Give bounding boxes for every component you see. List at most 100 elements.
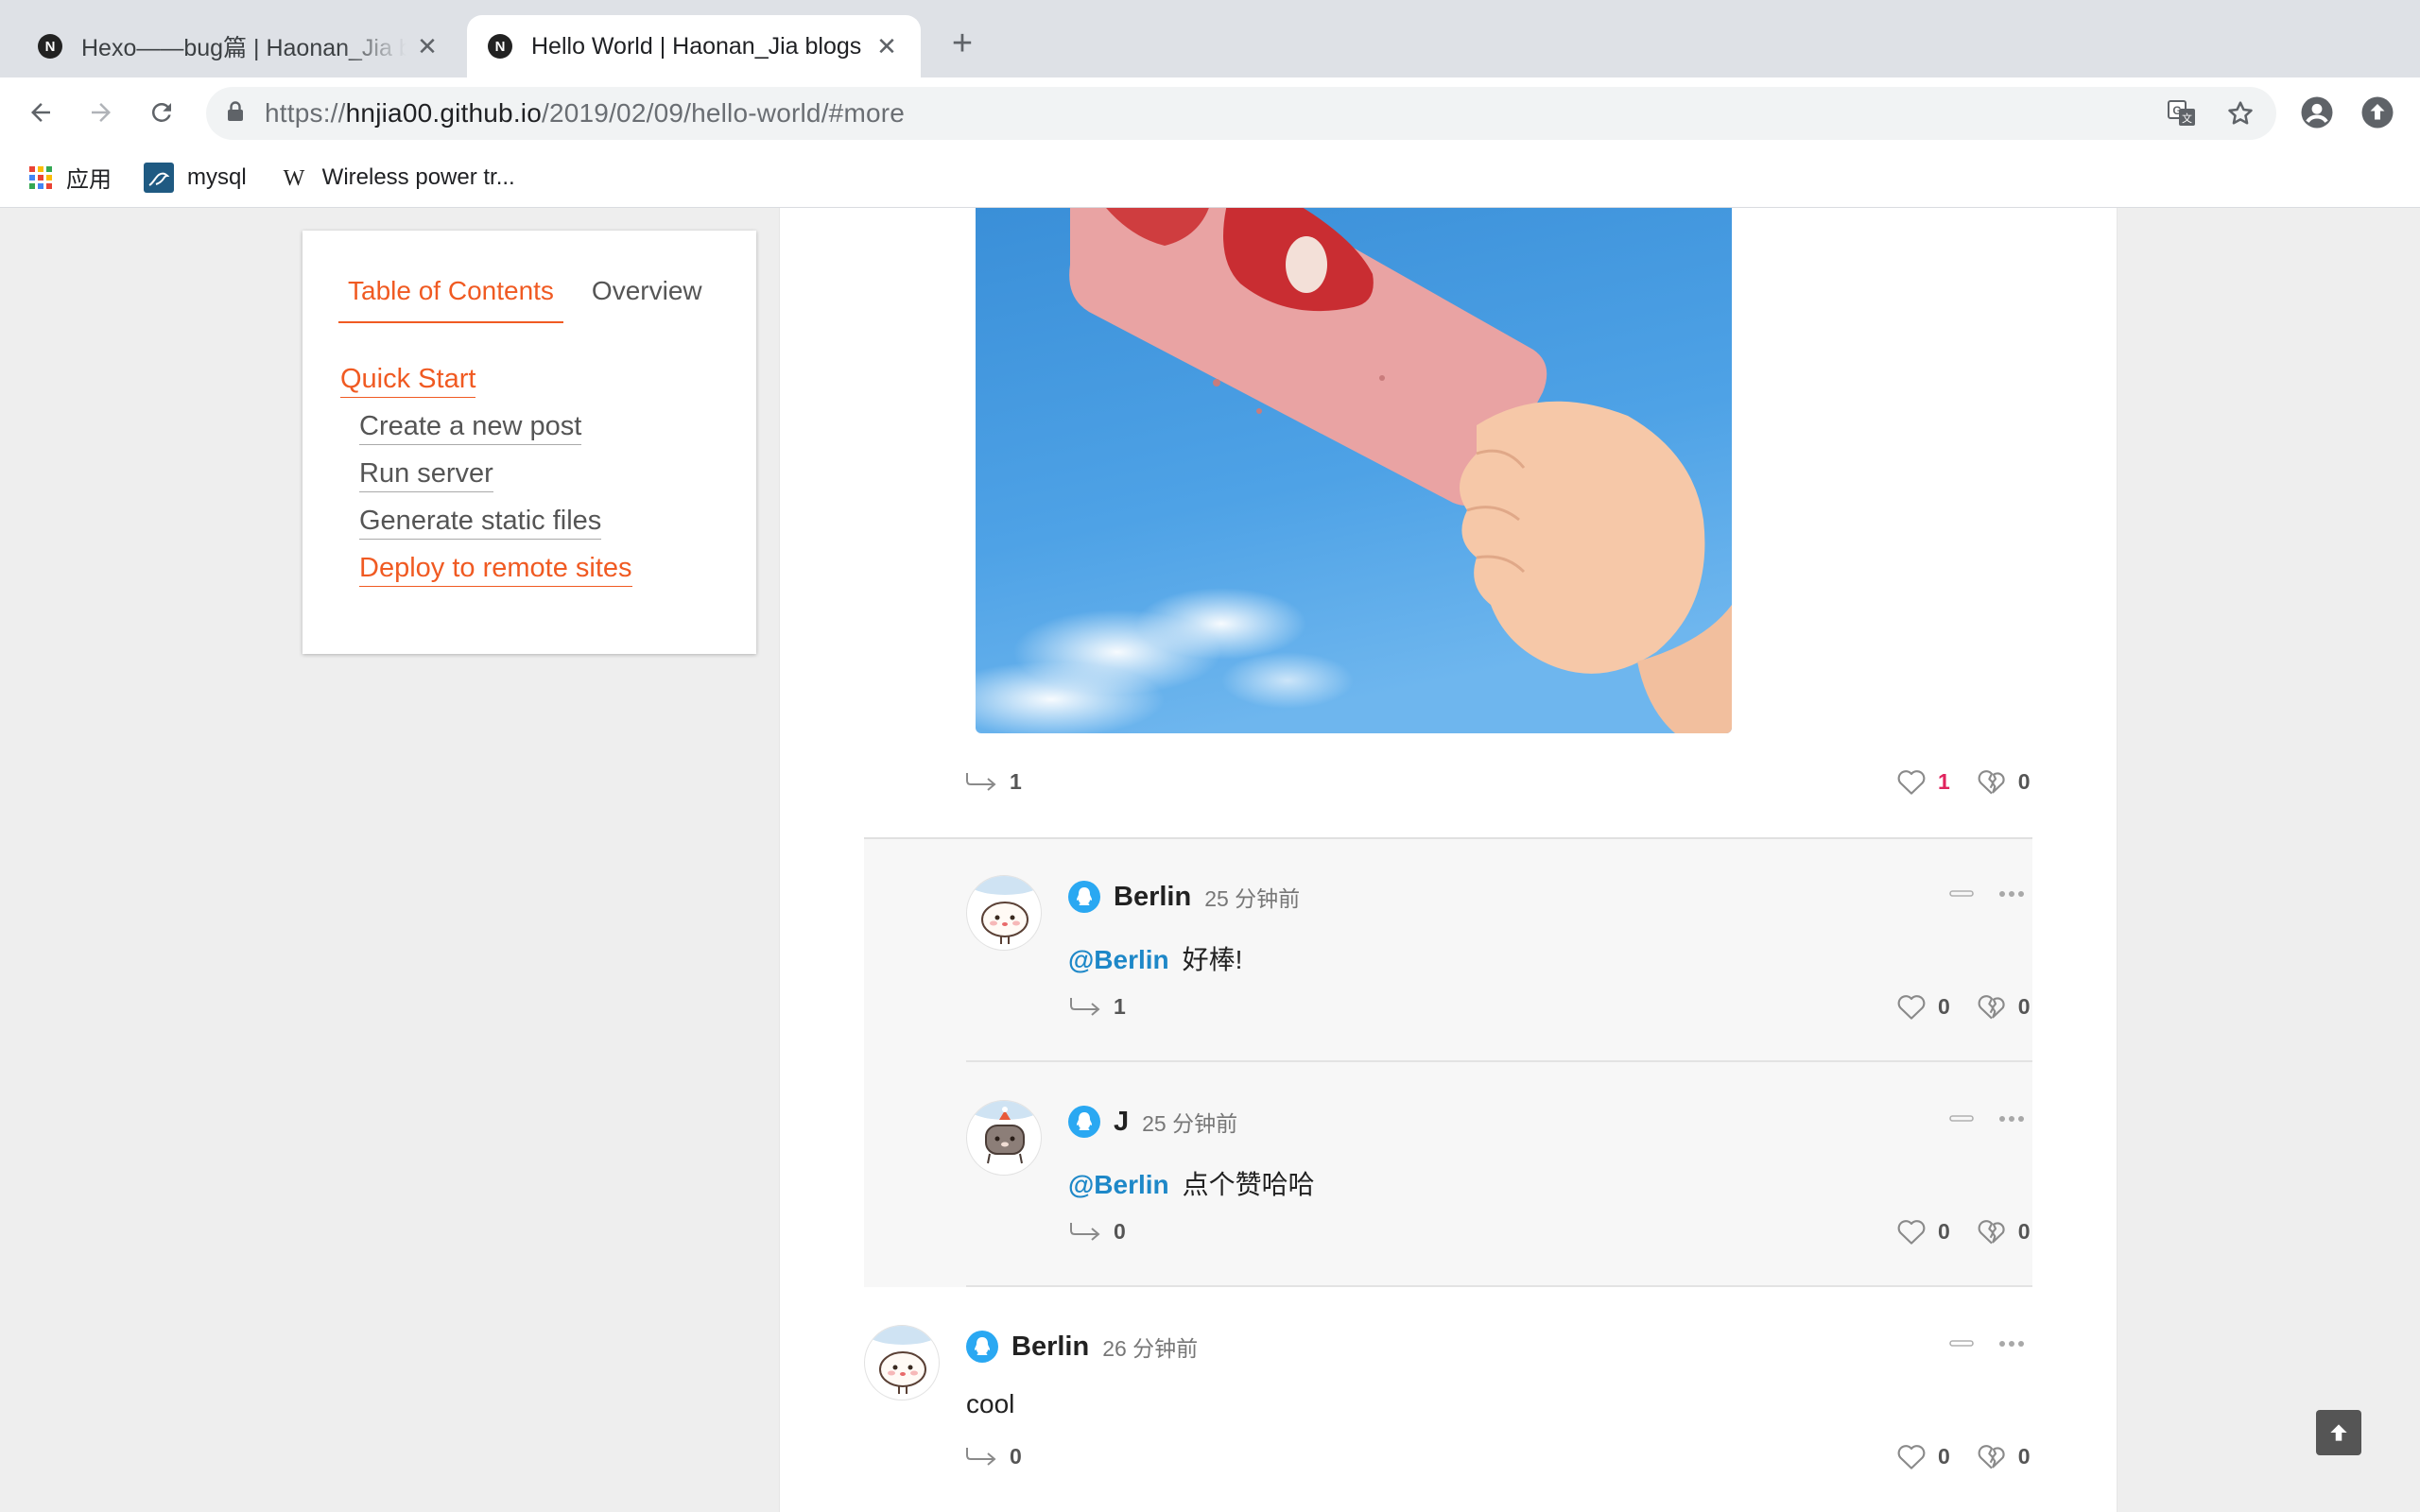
translate-icon[interactable]: G文 [2163, 94, 2201, 132]
close-tab-icon[interactable]: ✕ [873, 32, 900, 61]
comment-body: @Berlin 好棒! [1068, 939, 1242, 977]
sidebar-toc: Table of Contents Overview Quick Start C… [302, 231, 756, 654]
parent-like-dislike: 1 0 [1896, 767, 2031, 796]
back-button[interactable] [19, 91, 62, 134]
toc-item-create-post[interactable]: Create a new post [359, 408, 582, 445]
reply-action[interactable]: 0 [1068, 1219, 1126, 1245]
avatar[interactable] [966, 1100, 1042, 1176]
avatar[interactable] [864, 1325, 940, 1400]
comment-time: 25 分钟前 [1204, 886, 1301, 911]
address-bar[interactable]: https://hnjia00.github.io/2019/02/09/hel… [206, 87, 2276, 140]
mention-link[interactable]: @Berlin [1068, 945, 1169, 974]
comment-author[interactable]: J [1114, 1107, 1129, 1138]
broken-heart-icon[interactable] [1977, 767, 2007, 796]
bookmark-apps[interactable]: 应用 [28, 161, 112, 194]
reload-button[interactable] [140, 91, 183, 134]
broken-heart-icon[interactable] [1977, 1217, 2007, 1246]
bookmark-star-icon[interactable] [2221, 94, 2259, 132]
reply-count: 1 [1114, 994, 1126, 1019]
tab-overview[interactable]: Overview [582, 276, 712, 323]
toc-item-generate-static[interactable]: Generate static files [359, 503, 602, 540]
close-tab-icon[interactable]: ✕ [414, 32, 441, 61]
dislike-count: 0 [2017, 1218, 2031, 1244]
parent-reply-action[interactable]: 1 [964, 769, 1022, 795]
bookmark-label: 应用 [66, 167, 112, 193]
comment-ops [1949, 1340, 2025, 1348]
wikipedia-icon: W [279, 166, 309, 189]
next-favicon-icon: N [488, 34, 512, 59]
divider [966, 1060, 2032, 1062]
reload-icon [151, 102, 171, 122]
svg-text:W: W [283, 166, 304, 189]
toc-item-deploy[interactable]: Deploy to remote sites [359, 550, 632, 587]
url-scheme: https:// [265, 98, 346, 128]
tab-title: Hexo——bug篇 | Haonan_Jia blogs [81, 35, 406, 61]
arrow-left-icon [31, 103, 50, 122]
mention-link[interactable]: @Berlin [1068, 1170, 1169, 1199]
heart-icon[interactable] [1896, 767, 1927, 796]
comment-image [976, 208, 1732, 733]
heart-icon[interactable] [1896, 1442, 1927, 1470]
profile-button[interactable] [2295, 91, 2339, 134]
like-dislike: 0 0 [1896, 992, 2031, 1021]
comment-time: 26 分钟前 [1102, 1336, 1199, 1361]
more-icon[interactable] [1998, 890, 2025, 898]
bookmarks-bar: 应用 mysql W Wireless power tr... [0, 147, 2420, 208]
url-host: hnjia00.github.io [345, 98, 542, 128]
bookmark-label: Wireless power tr... [321, 163, 515, 190]
reply-arrow-icon [1068, 996, 1102, 1019]
update-button[interactable] [2356, 91, 2399, 134]
bookmark-mysql[interactable]: mysql [144, 162, 247, 193]
browser-toolbar: https://hnjia00.github.io/2019/02/09/hel… [0, 77, 2420, 147]
comment-author[interactable]: Berlin [1114, 882, 1191, 913]
heart-icon[interactable] [1896, 1217, 1927, 1246]
more-icon[interactable] [1998, 1340, 2025, 1348]
like-count: 1 [1938, 768, 1950, 794]
qq-penguin-icon [1068, 881, 1100, 913]
qq-penguin-icon [966, 1331, 998, 1363]
reply-action[interactable]: 1 [1068, 994, 1126, 1020]
arrow-up-icon [2330, 1424, 2347, 1441]
svg-text:文: 文 [2182, 112, 2192, 125]
tab-hexo-bug[interactable]: N Hexo——bug篇 | Haonan_Jia blogs ✕ [17, 15, 461, 77]
divider [966, 1285, 2032, 1287]
more-icon[interactable] [1998, 1115, 2025, 1123]
comment-author[interactable]: Berlin [1011, 1332, 1089, 1363]
new-tab-button[interactable]: + [943, 25, 981, 62]
avatar[interactable] [966, 875, 1042, 951]
bookmark-wireless-power[interactable]: W Wireless power tr... [279, 163, 515, 191]
heart-icon[interactable] [1896, 992, 1927, 1021]
comment-header: Berlin 26 分钟前 [966, 1331, 1198, 1363]
comment-text: 点个赞哈哈 [1182, 1170, 1315, 1199]
mysql-icon [144, 162, 174, 193]
reply-arrow-icon [964, 1446, 998, 1469]
qq-penguin-icon [1068, 1106, 1100, 1138]
comment-header: J 25 分钟前 [1068, 1106, 1237, 1138]
collapse-icon[interactable] [1949, 1340, 1974, 1348]
tab-hello-world[interactable]: N Hello World | Haonan_Jia blogs ✕ [467, 15, 921, 77]
dislike-count: 0 [2017, 1443, 2031, 1469]
forward-button[interactable] [79, 91, 123, 134]
comment-header: Berlin 25 分钟前 [1068, 881, 1300, 913]
reply-arrow-icon [964, 771, 998, 794]
tab-strip: N Hexo——bug篇 | Haonan_Jia blogs ✕ N Hell… [0, 0, 2420, 77]
tab-table-of-contents[interactable]: Table of Contents [338, 276, 563, 323]
arrow-up-circle-icon [2361, 96, 2394, 129]
toc-item-run-server[interactable]: Run server [359, 455, 493, 492]
like-dislike: 0 0 [1896, 1442, 2031, 1470]
dislike-count: 0 [2017, 768, 2031, 794]
comment-ops [1949, 1115, 2025, 1123]
bookmark-label: mysql [187, 163, 247, 190]
reply-action[interactable]: 0 [964, 1444, 1022, 1469]
comment-ops [1949, 890, 2025, 898]
broken-heart-icon[interactable] [1977, 1442, 2007, 1470]
url-path: /2019/02/09/hello-world/#more [542, 98, 906, 128]
like-count: 0 [1938, 993, 1950, 1019]
back-to-top-button[interactable] [2316, 1410, 2361, 1455]
comment-text: cool [966, 1389, 1015, 1418]
broken-heart-icon[interactable] [1977, 992, 2007, 1021]
collapse-icon[interactable] [1949, 890, 1974, 898]
dislike-count: 0 [2017, 993, 2031, 1019]
toc-item-quick-start[interactable]: Quick Start [340, 361, 476, 398]
collapse-icon[interactable] [1949, 1115, 1974, 1123]
